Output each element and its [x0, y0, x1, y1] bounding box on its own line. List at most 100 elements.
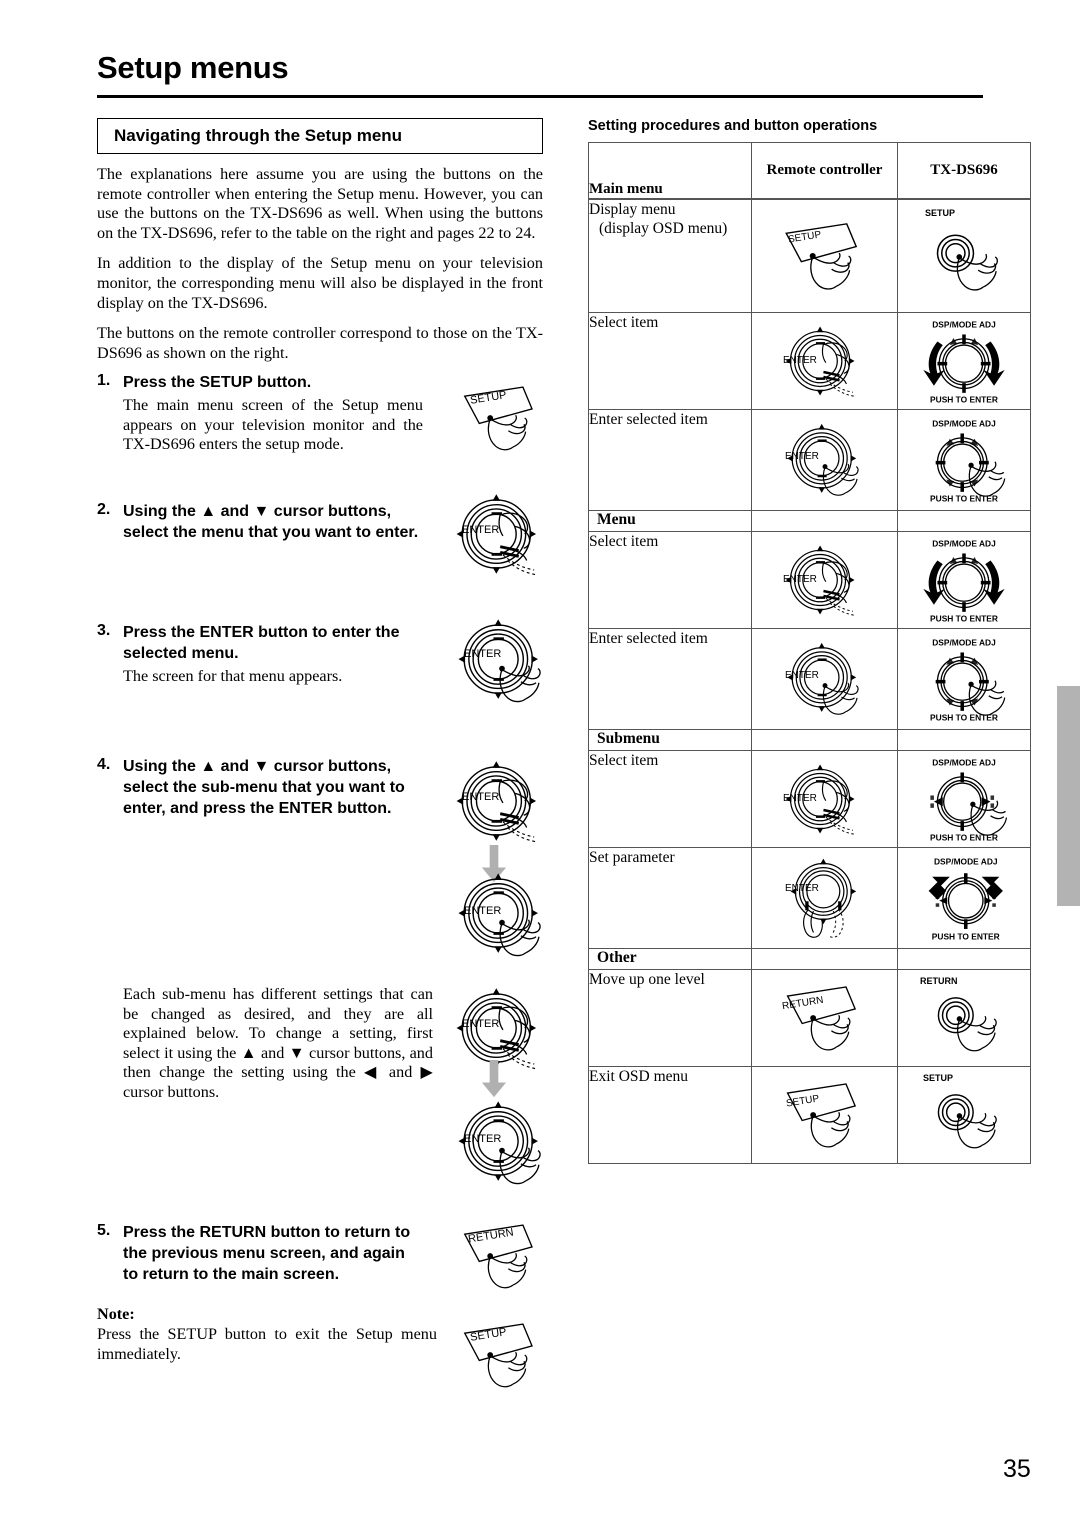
step-4: 4. Using the ▲ and ▼ cursor buttons, sel… [97, 756, 457, 819]
enter-dial-label-1: ENTER [462, 524, 500, 536]
step-3: 3. Press the ENTER button to enter the s… [97, 622, 457, 687]
return-button-icon [452, 1214, 552, 1298]
page-title: Setup menus [97, 50, 289, 85]
intro-paragraph-1: The explanations here assume you are usi… [97, 165, 543, 242]
enter-dial-leftright-icon [779, 852, 871, 944]
step-5-number: 5. [97, 1222, 111, 1239]
row-icon-remote: SETUP [751, 198, 898, 313]
note-label: Note: [97, 1305, 135, 1323]
group-label-submenu: Submenu [588, 728, 752, 751]
row-label-enter-selected: Enter selected item [588, 627, 752, 730]
row-icon-unit: RETURN [897, 968, 1031, 1067]
row-icon-unit [897, 627, 1031, 730]
setup-button-icon-2 [452, 1313, 552, 1397]
enter-dial-label: ENTER [785, 882, 819, 894]
header-cell-remote: Remote controller [751, 142, 898, 200]
setup-button-icon [452, 376, 552, 460]
dial-push-vertical-icon [903, 633, 1025, 725]
table-row: Select item ENTER [588, 749, 1031, 848]
row-label-select-item: Select item [588, 749, 752, 848]
row-label-select-item: Select item [588, 311, 752, 410]
dial-push-horizontal-icon [903, 753, 1025, 845]
dial-push-vertical-icon [903, 414, 1025, 506]
group-label-other: Other [588, 947, 752, 970]
table-row: Select item ENTER [588, 311, 1031, 410]
table-row: Enter selected item ENTER [588, 627, 1031, 730]
row-icon-unit [897, 530, 1031, 629]
enter-dial-label: ENTER [783, 573, 817, 585]
table-header-row: Main menu Remote controller TX-DS696 [588, 142, 1031, 200]
table-row: Select item ENTER [588, 530, 1031, 629]
enter-dial-label: ENTER [783, 792, 817, 804]
row-icon-unit [897, 846, 1031, 949]
step-2-heading: Using the ▲ and ▼ cursor buttons, select… [123, 503, 419, 541]
row-icon-remote: ENTER [751, 408, 898, 511]
table-row: Move up one level RETURN RETURN [588, 968, 1031, 1067]
return-button-icon [773, 976, 877, 1060]
dial-rotate-vertical-icon [903, 534, 1025, 626]
row-label-set-parameter: Set parameter [588, 846, 752, 949]
row-icon-remote: ENTER [751, 311, 898, 410]
row-icon-remote: RETURN [751, 968, 898, 1067]
section-heading-box: Navigating through the Setup menu [97, 118, 543, 154]
step-1-number: 1. [97, 372, 111, 389]
intro-paragraph-3: The buttons on the remote controller cor… [97, 324, 543, 362]
step-3-number: 3. [97, 622, 111, 639]
row-label-display-menu: Display menu (display OSD menu) [588, 198, 752, 313]
row-icon-remote: ENTER [751, 749, 898, 848]
table-row: Set parameter ENTER [588, 846, 1031, 949]
table-group-row-other: Other [588, 947, 1031, 970]
table-row: Enter selected item ENTER [588, 408, 1031, 511]
header-cell-group: Main menu [588, 142, 752, 200]
row-icon-unit [897, 408, 1031, 511]
row-icon-unit [897, 749, 1031, 848]
enter-dial-label-4: ENTER [464, 905, 502, 917]
enter-dial-label-3: ENTER [462, 791, 500, 803]
setup-knob-label: SETUP [923, 1072, 954, 1083]
setup-knob-label: SETUP [925, 207, 956, 218]
step-5: 5. Press the RETURN button to return to … [97, 1222, 457, 1285]
section-heading-label: Navigating through the Setup menu [114, 126, 403, 145]
step-2-number: 2. [97, 501, 111, 518]
page-edge-tab [1057, 686, 1080, 906]
dial-rotate-horizontal-icon [903, 852, 1025, 944]
enter-dial-label-2: ENTER [464, 648, 502, 660]
header-cell-unit: TX-DS696 [897, 142, 1031, 200]
row-icon-remote: ENTER [751, 846, 898, 949]
step-3-heading: Press the ENTER button to enter the sele… [123, 624, 400, 662]
row-label-exit-osd: Exit OSD menu [588, 1065, 752, 1164]
step-4-heading: Using the ▲ and ▼ cursor buttons, select… [123, 758, 405, 817]
row-label-enter-selected: Enter selected item [588, 408, 752, 511]
step-4-number: 4. [97, 756, 111, 773]
setup-button-icon [773, 212, 877, 300]
step-2: 2. Using the ▲ and ▼ cursor buttons, sel… [97, 501, 457, 543]
operations-table: Main menu Remote controller TX-DS696 Dis… [588, 142, 1031, 1164]
table-group-row-submenu: Submenu [588, 728, 1031, 751]
return-knob-icon [912, 976, 1016, 1060]
step-3-detail: The screen for that menu appears. [123, 667, 343, 685]
left-column: Navigating through the Setup menu The ex… [97, 118, 543, 363]
setup-button-icon [773, 1073, 877, 1157]
setup-knob-icon [912, 1073, 1016, 1157]
row-label-move-up: Move up one level [588, 968, 752, 1067]
row-icon-remote: SETUP [751, 1065, 898, 1164]
table-group-row-menu: Menu [588, 509, 1031, 532]
step-1: 1. Press the SETUP button. The main menu… [97, 372, 457, 455]
table-row: Exit OSD menu SETUP SETUP [588, 1065, 1031, 1164]
row-icon-remote: ENTER [751, 530, 898, 629]
enter-dial-label: ENTER [783, 354, 817, 366]
note-text: Press the SETUP button to exit the Setup… [97, 1325, 437, 1363]
submenu-paragraph: Each sub-menu has different settings tha… [123, 985, 433, 1101]
page-number: 35 [1003, 1455, 1031, 1483]
return-knob-label: RETURN [920, 975, 958, 986]
dial-rotate-vertical-icon [903, 315, 1025, 407]
step-1-heading: Press the SETUP button. [123, 374, 312, 391]
enter-dial-label: ENTER [785, 450, 819, 462]
table-caption: Setting procedures and button operations [588, 118, 878, 134]
row-icon-unit [897, 311, 1031, 410]
enter-dial-label-5: ENTER [462, 1018, 500, 1030]
step-1-detail: The main menu screen of the Setup menu a… [123, 396, 423, 454]
enter-dial-label: ENTER [785, 669, 819, 681]
title-divider [97, 95, 983, 98]
note-block: Note: Press the SETUP button to exit the… [97, 1305, 437, 1364]
